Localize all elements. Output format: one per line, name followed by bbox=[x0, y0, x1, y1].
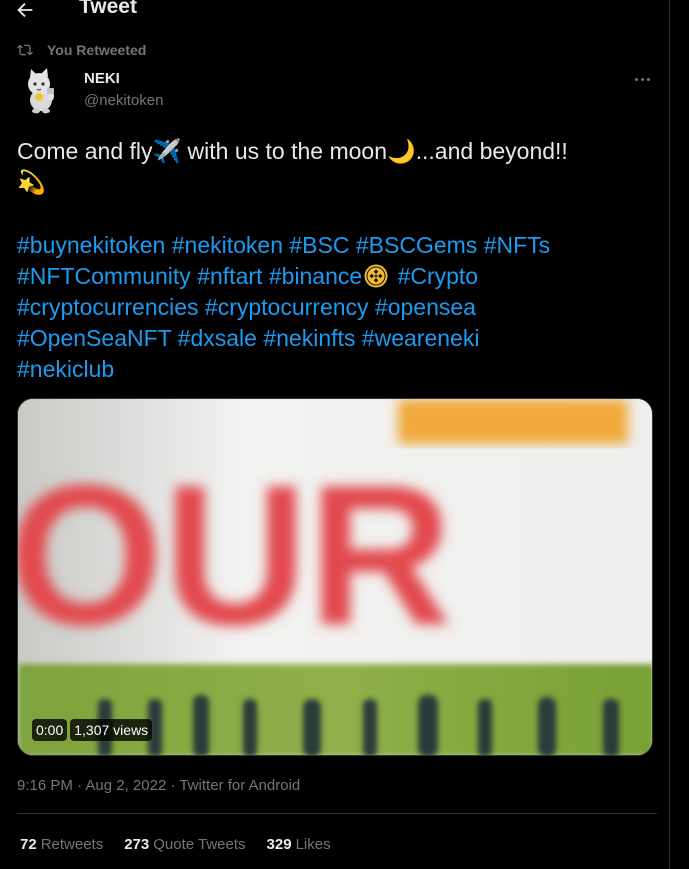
tweet-text-part: ...and beyond!! bbox=[415, 138, 568, 164]
hashtag-link[interactable]: #opensea bbox=[375, 294, 476, 320]
tweet-source: Twitter for Android bbox=[179, 777, 301, 794]
video-frame-text: OUR bbox=[18, 444, 452, 667]
retweet-label: You Retweeted bbox=[47, 42, 147, 58]
page-title: Tweet bbox=[79, 0, 137, 18]
video-view-count: 1,307 views bbox=[70, 719, 153, 741]
video-player[interactable]: OUR 0:00 1,307 views bbox=[17, 398, 653, 756]
cat-mascot-icon bbox=[28, 68, 54, 114]
hashtag-link[interactable]: #nekiclub bbox=[17, 356, 114, 382]
quote-tweets-label: Quote Tweets bbox=[153, 836, 246, 853]
retweets-stat-link[interactable]: 72 Retweets bbox=[20, 836, 103, 853]
video-overlay: 0:00 1,307 views bbox=[32, 719, 155, 741]
hashtag-link[interactable]: #BSC bbox=[289, 232, 349, 258]
video-timestamp: 0:00 bbox=[32, 719, 68, 741]
hashtag-link[interactable]: #OpenSeaNFT bbox=[17, 325, 171, 351]
quote-tweets-stat-link[interactable]: 273 Quote Tweets bbox=[124, 836, 245, 853]
likes-stat-link[interactable]: 329 Likes bbox=[267, 836, 331, 853]
hashtag-link[interactable]: #buynekitoken bbox=[17, 232, 165, 258]
retweet-context: You Retweeted bbox=[17, 41, 146, 59]
hashtag-link[interactable]: #weareneki bbox=[362, 325, 480, 351]
avatar[interactable] bbox=[17, 66, 65, 114]
hashtag-link[interactable]: #binance bbox=[269, 263, 362, 289]
hashtag-link[interactable]: #nekinfts bbox=[263, 325, 355, 351]
divider bbox=[17, 813, 657, 814]
back-arrow-icon bbox=[17, 2, 33, 18]
tweet-text-part: Come and fly bbox=[17, 138, 153, 164]
video-frame: OUR bbox=[18, 399, 652, 755]
airplane-emoji-icon: ✈️ bbox=[152, 138, 182, 164]
author-handle[interactable]: @nekitoken bbox=[84, 92, 163, 109]
moon-emoji-icon: 🌙 bbox=[387, 138, 416, 164]
retweets-count: 72 bbox=[20, 836, 37, 853]
engagement-stats: 72 Retweets 273 Quote Tweets 329 Likes bbox=[20, 836, 352, 853]
hashtag-list: #buynekitoken #nekitoken #BSC #BSCGems #… bbox=[17, 230, 657, 385]
likes-count: 329 bbox=[266, 836, 292, 853]
tweet-detail-column: Tweet You Retweeted NEKI @nekitoken Come… bbox=[0, 0, 670, 869]
more-dots-icon bbox=[634, 77, 638, 81]
tweet-time-link[interactable]: 9:16 PM bbox=[17, 777, 73, 794]
hashtag-link[interactable]: #Crypto bbox=[398, 263, 479, 289]
tweet-metadata: 9:16 PM · Aug 2, 2022 · Twitter for Andr… bbox=[17, 777, 300, 794]
likes-label: Likes bbox=[295, 836, 331, 853]
hashtag-link[interactable]: #NFTCommunity bbox=[17, 263, 191, 289]
retweet-icon bbox=[17, 44, 33, 56]
more-options-button[interactable] bbox=[628, 68, 656, 90]
tweet-text: Come and fly✈️ with us to the moon🌙...an… bbox=[17, 136, 657, 198]
tweet-text-part: with us to the moon bbox=[181, 138, 387, 164]
back-button[interactable] bbox=[14, 0, 42, 24]
hashtag-link[interactable]: #nftart bbox=[197, 263, 262, 289]
hashtag-link[interactable]: #BSCGems bbox=[356, 232, 477, 258]
dizzy-star-emoji-icon: 💫 bbox=[17, 169, 46, 195]
quote-tweets-count: 273 bbox=[124, 836, 150, 853]
hashtag-link[interactable]: #dxsale bbox=[178, 325, 257, 351]
hashtag-link[interactable]: #NFTs bbox=[484, 232, 550, 258]
retweets-label: Retweets bbox=[40, 836, 104, 853]
binance-coin-icon bbox=[364, 264, 388, 288]
hashtag-link[interactable]: #nekitoken bbox=[172, 232, 283, 258]
tweet-date-link[interactable]: Aug 2, 2022 bbox=[85, 777, 166, 794]
separator: · bbox=[72, 777, 86, 794]
hashtag-link[interactable]: #cryptocurrency bbox=[205, 294, 369, 320]
header: Tweet bbox=[0, 0, 670, 24]
hashtag-link[interactable]: #cryptocurrencies bbox=[17, 294, 199, 320]
separator: · bbox=[166, 777, 180, 794]
author-name[interactable]: NEKI bbox=[84, 70, 120, 87]
